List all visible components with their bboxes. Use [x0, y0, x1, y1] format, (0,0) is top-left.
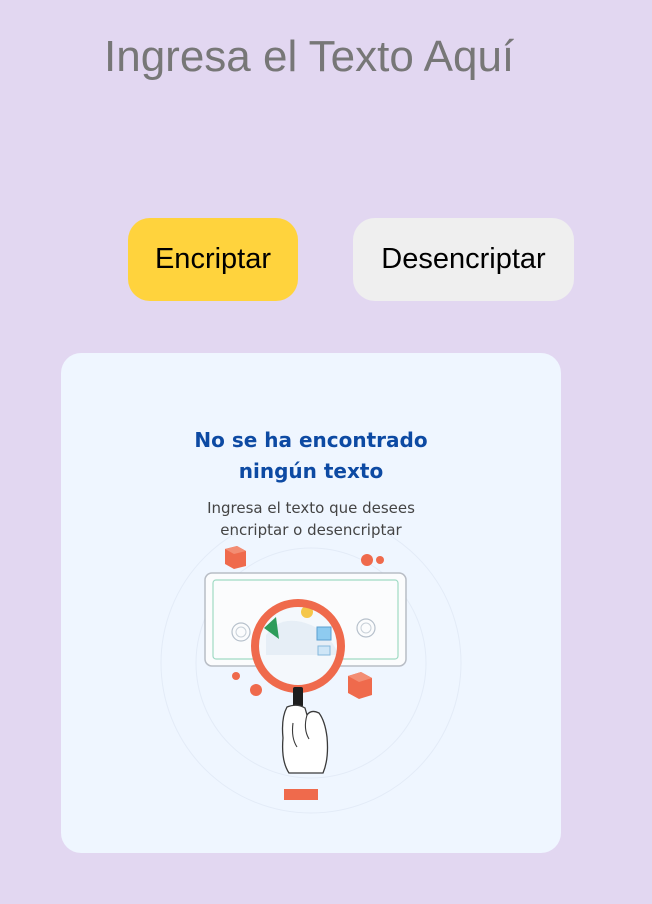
empty-state-title: No se ha encontrado ningún texto — [61, 425, 561, 487]
cube-icon — [348, 672, 372, 699]
magnifying-glass-icon — [160, 533, 462, 814]
empty-state-title-line-1: No se ha encontrado — [194, 428, 428, 452]
empty-state-subtitle-line-1: Ingresa el texto que desees — [207, 499, 415, 517]
decrypt-button[interactable]: Desencriptar — [353, 218, 574, 301]
output-panel: No se ha encontrado ningún texto Ingresa… — [61, 353, 561, 853]
encrypt-button[interactable]: Encriptar — [128, 218, 298, 301]
cube-icon — [225, 546, 246, 569]
text-input[interactable] — [100, 28, 600, 158]
empty-state-title-line-2: ningún texto — [238, 459, 384, 483]
